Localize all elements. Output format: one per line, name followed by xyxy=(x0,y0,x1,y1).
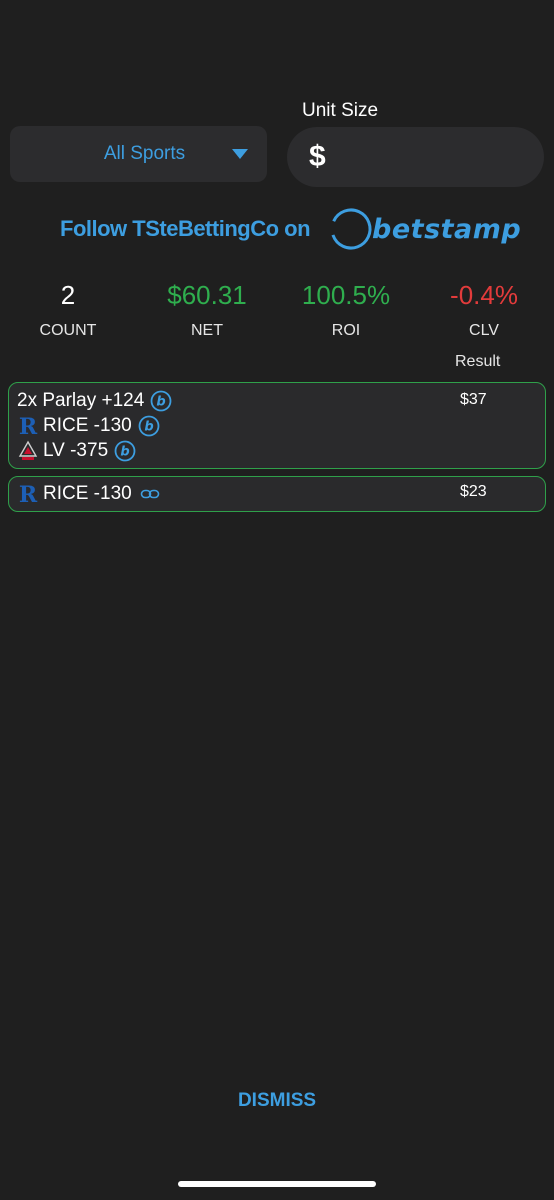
parlay-leg-label: LV -375 xyxy=(43,440,109,461)
svg-text:b: b xyxy=(120,445,129,460)
bet-card-single[interactable]: R RICE -130 $23 xyxy=(8,476,546,512)
stat-net-label: NET xyxy=(191,322,223,339)
svg-text:b: b xyxy=(144,420,153,435)
stat-roi: 100.5% ROI xyxy=(286,280,406,340)
betstamp-logo: betstamp xyxy=(328,206,521,252)
result-column-header: Result xyxy=(455,353,501,370)
follow-betstamp-link[interactable]: Follow TSteBettingCo on betstamp xyxy=(60,206,521,252)
stat-roi-value: 100.5% xyxy=(301,280,391,310)
stat-clv-label: CLV xyxy=(469,322,499,339)
stat-net-value: $60.31 xyxy=(167,280,247,310)
currency-symbol: $ xyxy=(309,140,326,173)
stat-count-value: 2 xyxy=(60,280,76,310)
svg-text:b: b xyxy=(157,395,166,410)
parlay-title-row: 2x Parlay +124 b xyxy=(17,390,172,412)
unit-size-label: Unit Size xyxy=(302,100,379,121)
svg-text:R: R xyxy=(19,483,38,505)
parlay-leg: LV -375 b xyxy=(17,440,136,462)
betstamp-stamp-icon xyxy=(330,208,372,250)
link-icon[interactable] xyxy=(140,487,160,501)
dismiss-button[interactable]: DISMISS xyxy=(0,1090,554,1112)
sport-filter-dropdown[interactable]: All Sports xyxy=(10,126,267,182)
stat-net: $60.31 NET xyxy=(147,280,267,340)
bet-result-amount: $37 xyxy=(460,391,487,408)
caret-down-icon xyxy=(232,149,248,159)
follow-text: Follow TSteBettingCo on xyxy=(60,216,311,241)
betstamp-badge-icon[interactable]: b xyxy=(150,390,172,412)
parlay-leg: R RICE -130 b xyxy=(17,415,160,437)
rice-owls-logo-icon: R xyxy=(19,483,38,505)
svg-text:R: R xyxy=(19,415,38,437)
unit-size-input[interactable] xyxy=(333,144,514,170)
single-bet-label: RICE -130 xyxy=(43,483,132,504)
sport-filter-value: All Sports xyxy=(103,143,186,164)
bet-result-amount: $23 xyxy=(460,483,487,500)
las-vegas-aces-logo-icon xyxy=(18,440,38,460)
rice-owls-logo-icon: R xyxy=(19,415,38,437)
stat-clv-value: -0.4% xyxy=(450,280,518,310)
betstamp-wordmark: betstamp xyxy=(372,213,522,245)
stat-roi-label: ROI xyxy=(331,322,361,339)
parlay-leg-label: RICE -130 xyxy=(43,415,132,436)
betstamp-badge-icon[interactable]: b xyxy=(138,415,160,437)
stat-clv: -0.4% CLV xyxy=(424,280,544,340)
stat-count-label: COUNT xyxy=(39,322,97,339)
bet-card-parlay[interactable]: 2x Parlay +124 b R RICE -130 b LV -375 b… xyxy=(8,382,546,469)
unit-size-field[interactable]: $ xyxy=(287,127,544,187)
home-indicator[interactable] xyxy=(178,1181,376,1187)
stat-count: 2 COUNT xyxy=(8,280,128,340)
parlay-title: 2x Parlay +124 xyxy=(17,390,145,411)
single-bet-row: R RICE -130 xyxy=(17,483,160,505)
betstamp-badge-icon[interactable]: b xyxy=(114,440,136,462)
